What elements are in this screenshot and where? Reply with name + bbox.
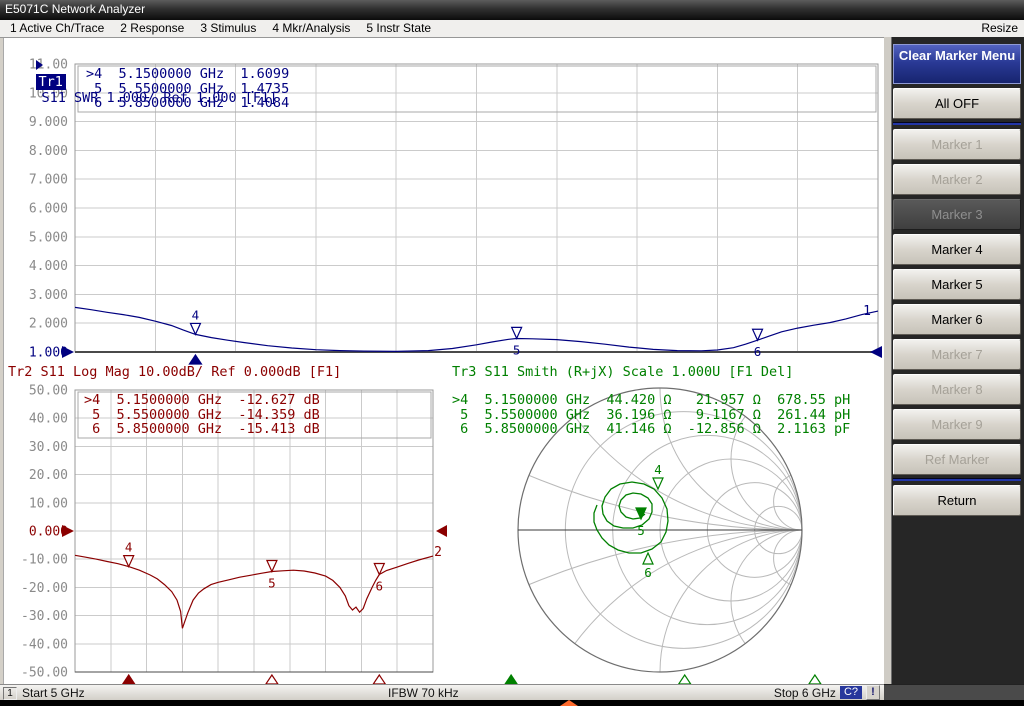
title-bar: E5071C Network Analyzer: [0, 0, 1024, 20]
status-ifbw: IFBW 70 kHz: [388, 686, 459, 700]
tr3-trace: [594, 482, 668, 553]
status-bar: 1 Start 5 GHz IFBW 70 kHz Stop 6 GHz C? …: [0, 684, 884, 700]
svg-text:6: 6: [376, 578, 384, 593]
svg-text:5.000: 5.000: [29, 230, 68, 245]
trace2-marker-readout: >4 5.1500000 GHz -12.627 dB 5 5.5500000 …: [84, 393, 320, 437]
tr3-marker-6[interactable]: [643, 553, 653, 564]
svg-text:40.00: 40.00: [29, 412, 68, 427]
sidebar-menu-title: Clear Marker Menu: [893, 44, 1021, 84]
svg-text:6: 6: [754, 344, 762, 359]
taskbar-edge: [0, 700, 1024, 706]
tr1-marker-5[interactable]: [512, 327, 522, 338]
svg-text:9.000: 9.000: [29, 115, 68, 130]
svg-text:4: 4: [654, 462, 662, 477]
tr2-ref-pointer-right: [436, 525, 447, 537]
svg-text:8.000: 8.000: [29, 144, 68, 159]
svg-text:5: 5: [637, 523, 645, 538]
menu-bar: 1 Active Ch/Trace2 Response3 Stimulus4 M…: [0, 20, 1024, 38]
svg-text:20.00: 20.00: [29, 468, 68, 483]
menu-item-1-active-ch-trace[interactable]: 1 Active Ch/Trace: [2, 20, 112, 37]
alert-icon: !: [866, 685, 880, 700]
status-start-frequency: Start 5 GHz: [22, 686, 85, 700]
menu-item-2-response[interactable]: 2 Response: [112, 20, 192, 37]
sidebar-menu: Clear Marker Menu All OFF Marker 1 Marker …: [893, 44, 1021, 516]
svg-text:10.00: 10.00: [29, 496, 68, 511]
tr2-marker-4[interactable]: [124, 556, 134, 567]
svg-text:-50.00: -50.00: [21, 666, 68, 681]
sidebar-button-marker-9: Marker 9: [893, 409, 1021, 440]
svg-text:4: 4: [192, 307, 200, 322]
trace1-header[interactable]: Tr1 S11 SWR 1.000/ Ref 1.000 [F1]: [3, 42, 277, 59]
trace1-label-chip[interactable]: Tr1: [36, 74, 66, 90]
sidebar-button-all-off[interactable]: All OFF: [893, 88, 1021, 119]
menu-item-3-stimulus[interactable]: 3 Stimulus: [192, 20, 264, 37]
svg-text:5: 5: [513, 342, 521, 357]
svg-text:4: 4: [125, 540, 133, 555]
trace2-header[interactable]: Tr2 S11 Log Mag 10.00dB/ Ref 0.000dB [F1…: [8, 364, 341, 380]
svg-text:50.00: 50.00: [29, 384, 68, 399]
svg-text:-20.00: -20.00: [21, 581, 68, 596]
active-trace-arrow-icon: [36, 60, 43, 70]
svg-text:-30.00: -30.00: [21, 609, 68, 624]
taskbar-peek-notification-icon: [560, 700, 578, 706]
sidebar-button-marker-7: Marker 7: [893, 339, 1021, 370]
sidebar-separator: [893, 478, 1021, 481]
tr3-marker-5[interactable]: [636, 508, 646, 519]
tr2-ref-pointer-left: [62, 525, 74, 537]
trace3-header[interactable]: Tr3 S11 Smith (R+jX) Scale 1.000U [F1 De…: [452, 364, 793, 380]
sidebar-separator: [893, 122, 1021, 125]
charts-canvas[interactable]: 11.0010.009.0008.0007.0006.0005.0004.000…: [0, 38, 884, 684]
sidebar-button-marker-8: Marker 8: [893, 374, 1021, 405]
channel-number-box: 1: [3, 687, 17, 700]
sidebar-button-marker-3[interactable]: Marker 3: [893, 199, 1021, 230]
tr2-stimulus-marker-4[interactable]: [123, 675, 135, 684]
menu-item-5-instr-state[interactable]: 5 Instr State: [358, 20, 439, 37]
tr3-stimulus-marker-4[interactable]: [505, 675, 517, 684]
tr3-stimulus-marker-5[interactable]: [679, 675, 691, 684]
svg-text:6: 6: [644, 565, 652, 580]
tr1-ref-pointer-right: [870, 346, 882, 358]
tr1-ref-pointer-left: [62, 346, 74, 358]
svg-text:2: 2: [434, 545, 442, 560]
sidebar-button-return[interactable]: Return: [893, 485, 1021, 516]
e5071c-network-analyzer-window: E5071C Network Analyzer 1 Active Ch/Trac…: [0, 0, 1024, 706]
sidebar-button-marker-6[interactable]: Marker 6: [893, 304, 1021, 335]
svg-text:-40.00: -40.00: [21, 637, 68, 652]
tr1-stimulus-marker-4[interactable]: [189, 355, 201, 364]
tr3-marker-4[interactable]: [653, 478, 663, 489]
svg-text:1: 1: [863, 304, 871, 319]
tr2-marker-5[interactable]: [267, 560, 277, 571]
tr2-stimulus-marker-5[interactable]: [266, 675, 278, 684]
sidebar-button-marker-4[interactable]: Marker 4: [893, 234, 1021, 265]
window-title: E5071C Network Analyzer: [5, 2, 145, 16]
resize-button[interactable]: Resize: [981, 20, 1018, 37]
svg-text:5: 5: [268, 575, 276, 590]
status-stop-frequency: Stop 6 GHz: [774, 686, 836, 700]
trace1-marker-readout: >4 5.1500000 GHz 1.6099 5 5.5500000 GHz …: [86, 67, 289, 111]
tr2-stimulus-marker-6[interactable]: [373, 675, 385, 684]
trace3-marker-readout: >4 5.1500000 GHz 44.420 Ω 21.957 Ω 678.5…: [452, 393, 850, 437]
sidebar-scrollbar[interactable]: [884, 37, 892, 684]
status-bar-corner: [884, 684, 1024, 701]
svg-text:3.000: 3.000: [29, 288, 68, 303]
sidebar-button-marker-2: Marker 2: [893, 164, 1021, 195]
svg-text:6.000: 6.000: [29, 202, 68, 217]
menu-item-4-mkr-analysis[interactable]: 4 Mkr/Analysis: [264, 20, 358, 37]
svg-text:2.000: 2.000: [29, 317, 68, 332]
correction-status-badge: C?: [840, 686, 862, 699]
svg-text:-10.00: -10.00: [21, 553, 68, 568]
svg-text:7.000: 7.000: [29, 173, 68, 188]
tr3-stimulus-marker-6[interactable]: [809, 675, 821, 684]
sidebar-button-ref-marker: Ref Marker: [893, 444, 1021, 475]
sidebar-button-marker-1: Marker 1: [893, 129, 1021, 160]
sidebar-button-marker-5[interactable]: Marker 5: [893, 269, 1021, 300]
svg-text:4.000: 4.000: [29, 259, 68, 274]
svg-text:30.00: 30.00: [29, 440, 68, 455]
